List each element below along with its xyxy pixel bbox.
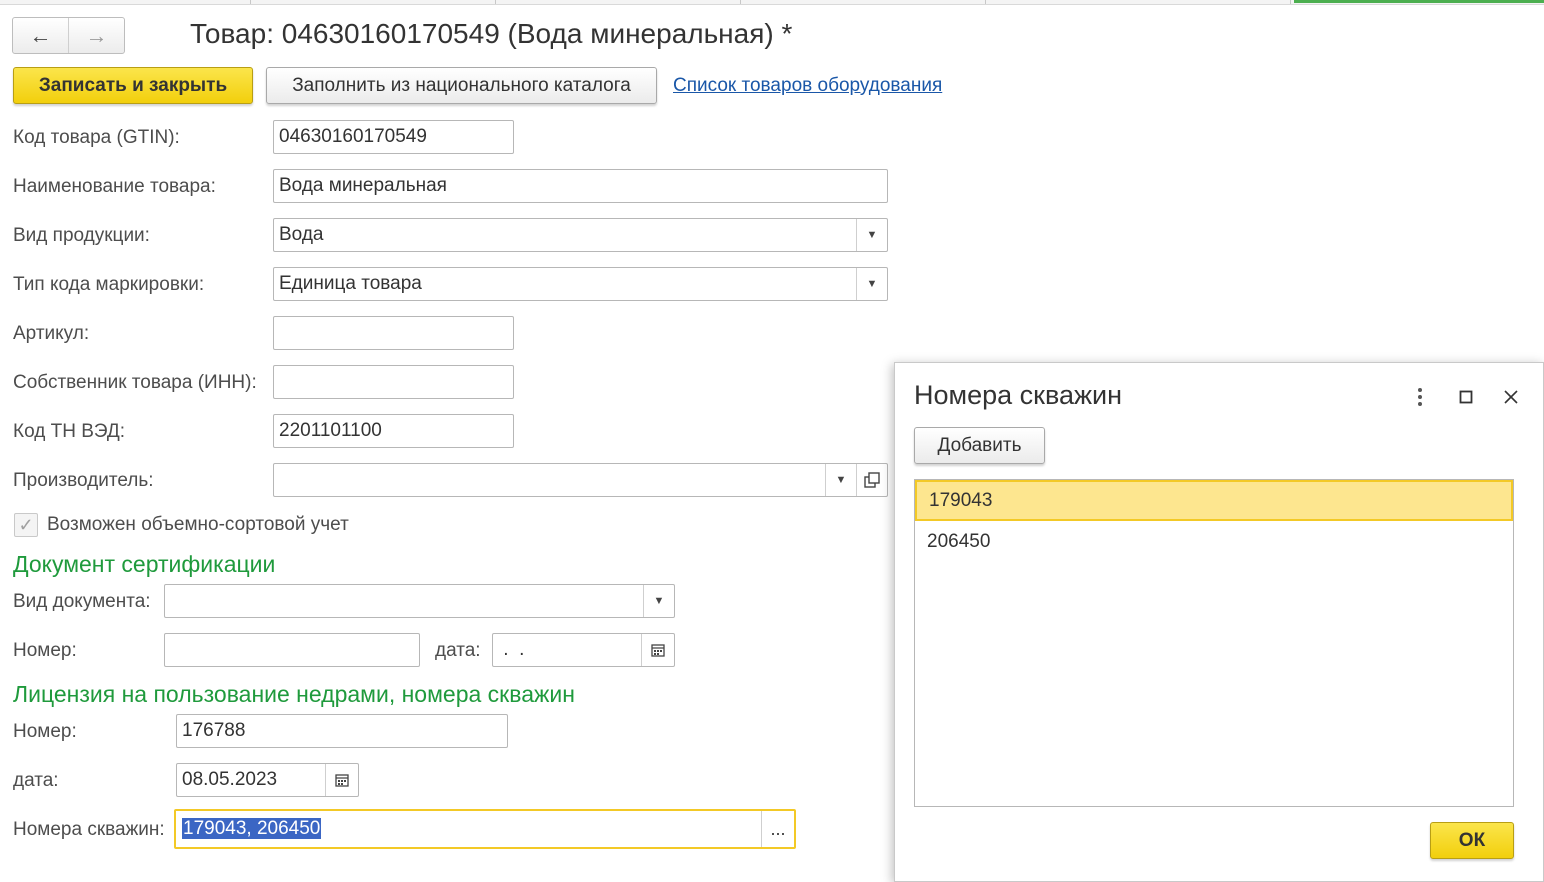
arrow-left-icon: ←	[29, 22, 52, 48]
tnved-field[interactable]: 2201101100	[273, 414, 514, 448]
active-tab-indicator	[1294, 0, 1544, 3]
wells-label: Номера скважин:	[13, 819, 165, 840]
more-icon[interactable]	[1406, 383, 1434, 411]
wells-select-button[interactable]: ...	[761, 811, 794, 847]
product-type-label: Вид продукции:	[13, 225, 150, 246]
cert-section-title: Документ сертификации	[13, 551, 276, 577]
close-icon[interactable]	[1497, 383, 1525, 411]
wells-list: 179043 206450	[914, 479, 1514, 807]
save-and-close-button[interactable]: Записать и закрыть	[13, 67, 253, 104]
arrow-right-icon: →	[85, 22, 108, 48]
tnved-value: 2201101100	[279, 420, 382, 441]
wells-value: 179043, 206450	[182, 818, 322, 839]
chevron-down-icon[interactable]: ▼	[643, 585, 674, 617]
equipment-list-link[interactable]: Список товаров оборудования	[673, 75, 942, 97]
wells-dialog: Номера скважин Добавить 179043 206450 ОК	[894, 362, 1544, 882]
cert-date-value: . .	[498, 639, 525, 660]
chevron-down-icon[interactable]: ▼	[856, 268, 887, 300]
check-icon: ✓	[18, 514, 34, 535]
manufacturer-label: Производитель:	[13, 470, 154, 491]
product-type-value: Вода	[279, 224, 324, 245]
owner-label: Собственник товара (ИНН):	[13, 372, 257, 393]
dialog-title: Номера скважин	[914, 380, 1123, 410]
list-item[interactable]: 206450	[915, 521, 1513, 562]
manufacturer-select[interactable]: ▼	[273, 463, 888, 497]
volume-sort-checkbox[interactable]: ✓	[14, 513, 38, 537]
product-type-select[interactable]: Вода ▼	[273, 218, 888, 252]
back-button[interactable]: ←	[13, 18, 68, 53]
wells-field[interactable]: 179043, 206450 ...	[174, 809, 796, 849]
marking-type-value: Единица товара	[279, 273, 422, 294]
maximize-icon[interactable]	[1452, 383, 1480, 411]
top-tab-strip	[0, 0, 1544, 5]
doc-type-label: Вид документа:	[13, 591, 151, 612]
volume-sort-label: Возможен объемно-сортовой учет	[47, 514, 349, 535]
list-item-label: 179043	[929, 489, 993, 511]
cert-date-label: дата:	[435, 640, 481, 661]
fill-from-catalog-button[interactable]: Заполнить из национального каталога	[266, 67, 657, 104]
ok-button[interactable]: ОК	[1430, 822, 1514, 859]
cert-date-field[interactable]: . .	[492, 633, 675, 667]
article-label: Артикул:	[13, 323, 90, 344]
chevron-down-icon[interactable]: ▼	[825, 464, 856, 496]
name-value: Вода минеральная	[279, 175, 447, 196]
license-date-value: 08.05.2023	[182, 769, 278, 790]
doc-type-select[interactable]: ▼	[164, 584, 675, 618]
marking-type-label: Тип кода маркировки:	[13, 274, 205, 295]
license-date-field[interactable]: 08.05.2023	[176, 763, 359, 797]
add-button[interactable]: Добавить	[914, 427, 1045, 464]
marking-type-select[interactable]: Единица товара ▼	[273, 267, 888, 301]
navigation-group: ← →	[12, 17, 125, 54]
window-title: Товар: 04630160170549 (Вода минеральная)…	[190, 18, 793, 49]
gtin-field[interactable]: 04630160170549	[273, 120, 514, 154]
article-field[interactable]	[273, 316, 514, 350]
license-section-title: Лицензия на пользование недрами, номера …	[13, 681, 575, 707]
gtin-label: Код товара (GTIN):	[13, 127, 180, 148]
name-field[interactable]: Вода минеральная	[273, 169, 888, 203]
owner-field[interactable]	[273, 365, 514, 399]
license-number-field[interactable]: 176788	[176, 714, 508, 748]
license-number-label: Номер:	[13, 721, 77, 742]
chevron-down-icon[interactable]: ▼	[856, 219, 887, 251]
tnved-label: Код ТН ВЭД:	[13, 421, 126, 442]
license-date-label: дата:	[13, 770, 59, 791]
list-item-label: 206450	[927, 530, 991, 552]
cert-number-field[interactable]	[164, 633, 420, 667]
list-item[interactable]: 179043	[915, 480, 1513, 521]
cert-number-label: Номер:	[13, 640, 77, 661]
name-label: Наименование товара:	[13, 176, 216, 197]
forward-button[interactable]: →	[68, 18, 124, 53]
license-number-value: 176788	[182, 720, 246, 741]
open-icon[interactable]	[856, 464, 887, 496]
calendar-icon[interactable]	[325, 764, 358, 796]
gtin-value: 04630160170549	[279, 126, 427, 147]
calendar-icon[interactable]	[641, 634, 674, 666]
